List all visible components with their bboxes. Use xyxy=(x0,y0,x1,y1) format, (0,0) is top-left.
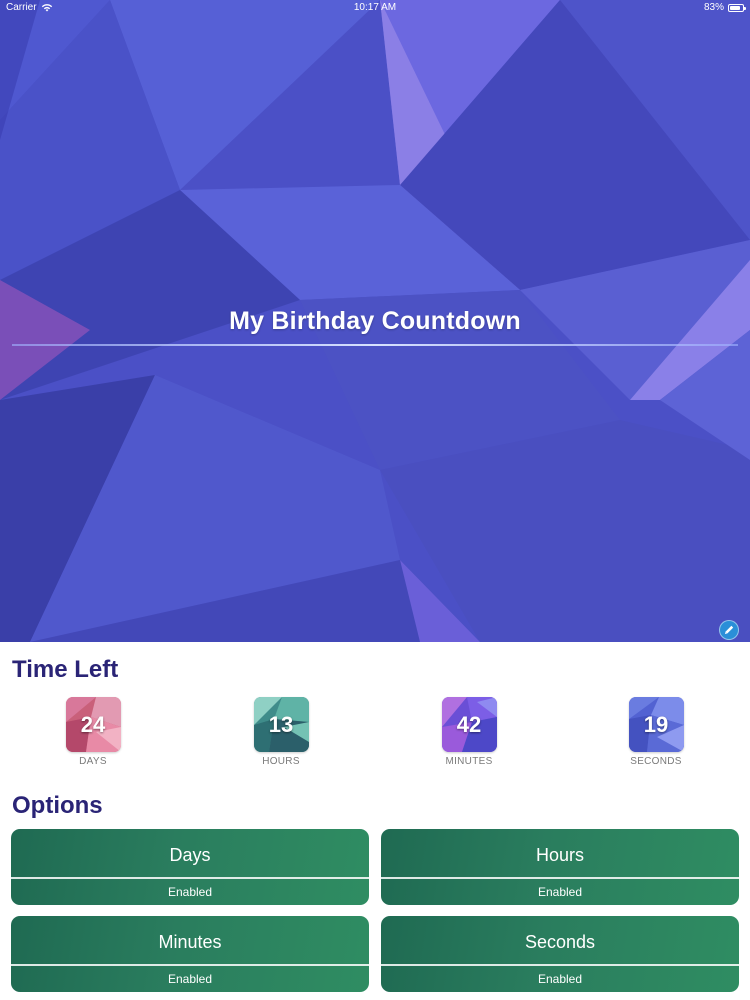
options-heading: Options xyxy=(12,792,103,819)
days-value: 24 xyxy=(80,711,106,737)
counter-minutes: 42 MINUTES xyxy=(414,697,524,767)
option-divider xyxy=(11,877,369,879)
option-minutes-status: Enabled xyxy=(167,972,213,986)
countdown-title[interactable]: My Birthday Countdown xyxy=(0,307,750,336)
hero-banner: Carrier 10:17 AM 83% My Birthday Countdo… xyxy=(0,0,750,642)
days-label: DAYS xyxy=(79,756,107,767)
option-divider xyxy=(381,964,739,966)
option-minutes-label: Minutes xyxy=(158,932,222,952)
option-seconds-status: Enabled xyxy=(537,972,583,986)
battery-group: 83% xyxy=(703,2,746,13)
option-days-status: Enabled xyxy=(167,885,213,899)
option-seconds-label: Seconds xyxy=(524,932,596,952)
days-tile: 24 xyxy=(65,697,121,752)
counter-hours: 13 HOURS xyxy=(226,697,336,767)
counter-seconds: 19 SECONDS xyxy=(601,697,711,767)
option-hours-button[interactable]: Hours Enabled xyxy=(381,829,739,905)
option-divider xyxy=(381,877,739,879)
option-days-label: Days xyxy=(169,845,211,865)
minutes-value: 42 xyxy=(456,711,482,737)
option-minutes-button[interactable]: Minutes Enabled xyxy=(11,916,369,992)
option-seconds-button[interactable]: Seconds Enabled xyxy=(381,916,739,992)
status-time: 10:17 AM xyxy=(353,2,397,13)
edit-button[interactable] xyxy=(719,620,739,640)
hours-tile: 13 xyxy=(253,697,309,752)
title-underline xyxy=(12,344,738,346)
counter-days: 24 DAYS xyxy=(38,697,148,767)
minutes-label: MINUTES xyxy=(445,756,493,767)
hours-value: 13 xyxy=(268,711,294,737)
time-left-heading: Time Left xyxy=(12,656,119,683)
hours-label: HOURS xyxy=(262,756,300,767)
seconds-value: 19 xyxy=(643,711,669,737)
option-hours-label: Hours xyxy=(535,845,584,865)
option-days-button[interactable]: Days Enabled xyxy=(11,829,369,905)
option-divider xyxy=(11,964,369,966)
pencil-icon xyxy=(725,625,734,634)
battery-icon xyxy=(728,3,746,12)
seconds-tile: 19 xyxy=(628,697,684,752)
battery-percent: 83% xyxy=(703,2,724,13)
option-hours-status: Enabled xyxy=(537,885,583,899)
seconds-label: SECONDS xyxy=(630,756,682,767)
minutes-tile: 42 xyxy=(441,697,497,752)
status-bar: Carrier 10:17 AM 83% xyxy=(0,0,750,16)
